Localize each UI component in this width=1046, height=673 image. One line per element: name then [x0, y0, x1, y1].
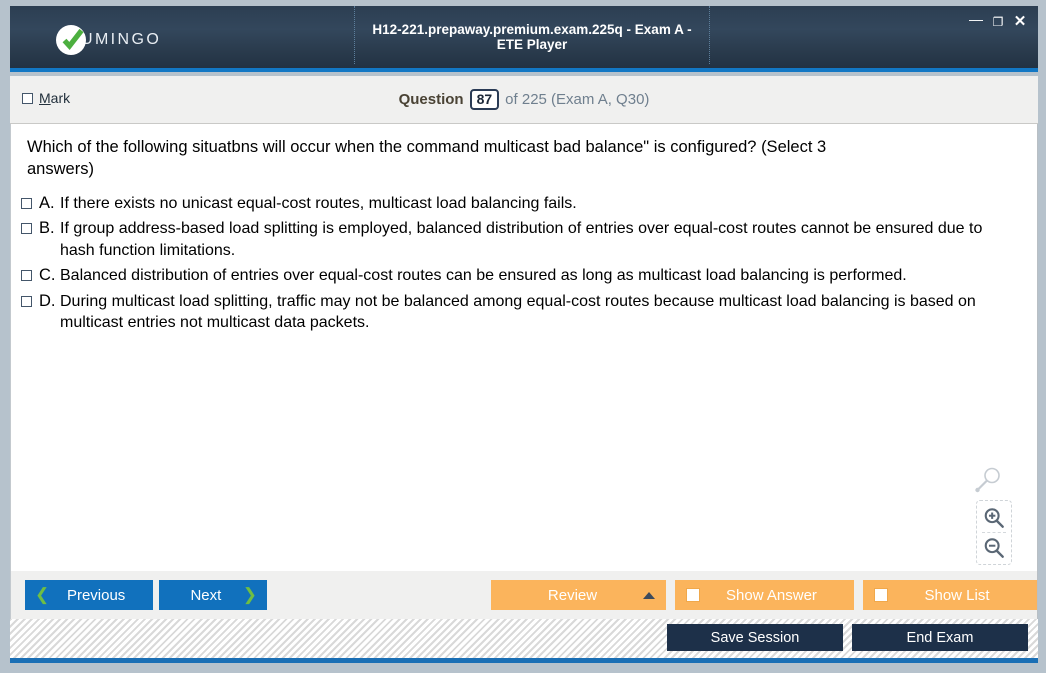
question-stem: Which of the following situatbns will oc…	[27, 138, 827, 178]
chevron-left-icon: ❮	[35, 585, 50, 604]
question-number-field[interactable]: 87	[469, 89, 500, 110]
magnifier-minus-icon	[984, 537, 1004, 558]
show-list-button-label: Show List	[924, 586, 990, 604]
previous-button[interactable]: ❮ Previous	[25, 580, 153, 610]
question-content-area: Which of the following situatbns will oc…	[10, 124, 1038, 571]
review-button-label: Review	[547, 586, 598, 604]
answer-checkbox-d[interactable]	[21, 295, 32, 307]
answer-text: If there exists no unicast equal-cost ro…	[60, 194, 577, 212]
next-button-label: Next	[190, 586, 222, 604]
end-exam-button-label: End Exam	[906, 629, 974, 646]
answer-checkbox-c[interactable]	[21, 270, 32, 281]
save-session-button-label: Save Session	[710, 629, 800, 646]
show-list-checkbox[interactable]	[874, 588, 888, 602]
answer-option-b[interactable]: B. If group address-based load splitting…	[21, 218, 1021, 261]
show-list-button[interactable]: Show List	[863, 580, 1037, 610]
zoom-out-button[interactable]	[977, 534, 1011, 561]
answer-letter: C.	[39, 266, 56, 284]
question-counter-detail: of 225 (Exam A, Q30)	[505, 91, 650, 108]
status-bar: Save Session End Exam	[10, 619, 1038, 663]
brand-name: UMINGO	[81, 31, 162, 48]
maximize-icon[interactable]: ❐	[988, 13, 1008, 31]
ete-player-window: UMINGO H12-221.prepaway.premium.exam.225…	[0, 0, 1046, 673]
answer-checkbox-b[interactable]	[21, 223, 32, 235]
brand-logo: UMINGO	[56, 25, 161, 55]
review-button[interactable]: Review	[491, 580, 666, 610]
chevron-right-icon: ❯	[242, 585, 257, 604]
question-counter-word: Question	[398, 91, 464, 108]
answer-letter: A.	[39, 193, 55, 212]
answer-checkbox-a[interactable]	[21, 197, 32, 209]
action-button-bar: ❮ Previous Next ❯ Review Show Answer Sho…	[10, 571, 1038, 619]
magnifier-plus-icon	[984, 507, 1004, 528]
show-answer-checkbox[interactable]	[686, 588, 700, 602]
green-check-icon	[62, 28, 84, 51]
window-controls: — ❐ ✕	[966, 10, 1030, 33]
previous-button-label: Previous	[66, 586, 126, 604]
chevron-up-icon	[643, 591, 655, 599]
answer-text: During multicast load splitting, traffic…	[60, 292, 976, 332]
zoom-in-button[interactable]	[977, 504, 1011, 531]
zoom-tools	[973, 467, 1015, 565]
answer-letter: D.	[39, 291, 56, 310]
zoom-panel	[976, 500, 1012, 565]
answer-text: If group address-based load splitting is…	[60, 220, 983, 259]
question-header-bar: Mark Question 87 of 225 (Exam A, Q30)	[10, 76, 1038, 124]
close-icon[interactable]: ✕	[1010, 13, 1030, 31]
zoom-panel-divider	[982, 532, 1006, 533]
answer-option-d[interactable]: D. During multicast load splitting, traf…	[21, 291, 1021, 334]
minimize-icon[interactable]: —	[966, 10, 986, 33]
checkmark-circle-icon	[56, 25, 86, 55]
answer-option-c[interactable]: C. Balanced distribution of entries over…	[21, 265, 1021, 287]
title-bar: UMINGO H12-221.prepaway.premium.exam.225…	[10, 6, 1038, 72]
answer-text: Balanced distribution of entries over eq…	[60, 267, 907, 284]
next-button[interactable]: Next ❯	[159, 580, 267, 610]
window-title: H12-221.prepaway.premium.exam.225q - Exa…	[372, 22, 692, 52]
end-exam-button[interactable]: End Exam	[852, 624, 1028, 651]
answer-letter: B.	[39, 219, 55, 238]
question-counter: Question 87 of 225 (Exam A, Q30)	[10, 89, 1038, 110]
show-answer-button-label: Show Answer	[726, 586, 817, 604]
magnifier-icon[interactable]	[973, 467, 1003, 493]
answer-option-a[interactable]: A. If there exists no unicast equal-cost…	[21, 193, 1021, 215]
answer-options-list: A. If there exists no unicast equal-cost…	[21, 193, 1021, 334]
show-answer-button[interactable]: Show Answer	[675, 580, 854, 610]
save-session-button[interactable]: Save Session	[667, 624, 843, 651]
